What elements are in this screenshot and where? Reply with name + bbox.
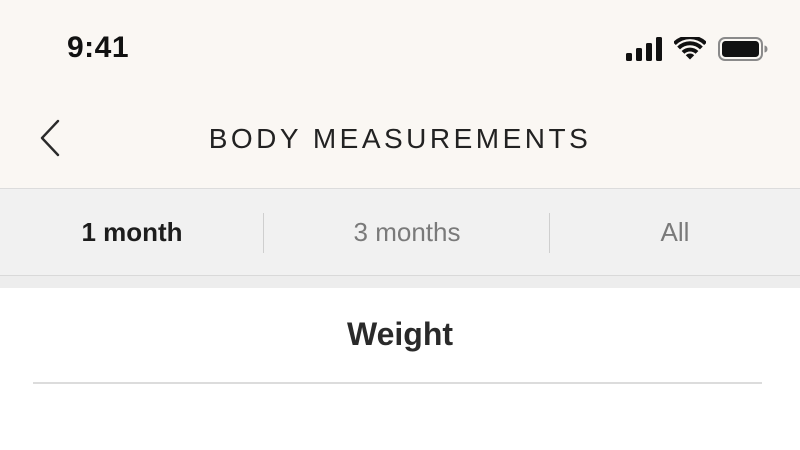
section-gap (0, 276, 800, 288)
status-bar: 9:41 (0, 0, 800, 96)
cellular-signal-icon (626, 37, 662, 61)
navigation-bar: BODY MEASUREMENTS (0, 96, 800, 188)
range-option-3-months[interactable]: 3 months (264, 189, 550, 275)
wifi-icon (674, 37, 706, 61)
range-option-label: All (660, 216, 690, 247)
range-option-label: 1 month (81, 216, 183, 247)
page-title: BODY MEASUREMENTS (208, 123, 592, 154)
range-selector: 1 month 3 months All (0, 188, 800, 276)
weight-section: Weight (0, 288, 800, 450)
status-icons (626, 34, 768, 64)
screen: 9:41 BODY MEASUREMENTS 1 month 3 months … (0, 0, 800, 450)
range-option-all[interactable]: All (550, 189, 800, 275)
range-option-label: 3 months (353, 216, 461, 247)
status-time: 9:41 (67, 31, 130, 64)
battery-icon (718, 37, 768, 61)
header-area: 9:41 BODY MEASUREMENTS (0, 0, 800, 188)
range-option-1-month[interactable]: 1 month (0, 189, 264, 275)
section-divider (33, 382, 762, 384)
section-title: Weight (346, 316, 454, 352)
